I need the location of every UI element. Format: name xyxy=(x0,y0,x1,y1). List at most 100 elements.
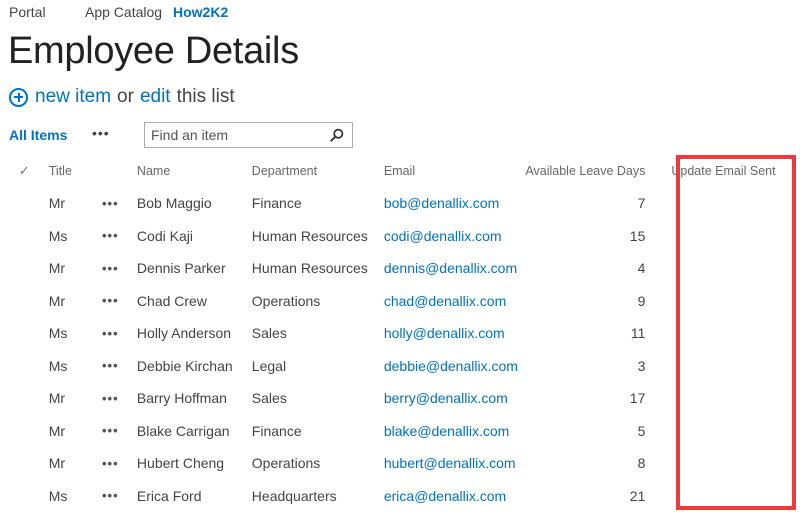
column-header-name[interactable]: Name xyxy=(137,155,252,187)
cell-name: Dennis Parker xyxy=(136,260,226,277)
row-select-cell[interactable] xyxy=(0,220,49,253)
row-select-cell[interactable] xyxy=(0,285,49,318)
cell-email: chad@denallix.com xyxy=(384,285,526,318)
cell-update-email-sent xyxy=(645,285,800,318)
column-header-title[interactable]: Title xyxy=(49,155,102,187)
cell-title: Mr xyxy=(48,292,66,309)
row-menu-ellipsis-icon[interactable]: ••• xyxy=(102,480,137,513)
select-all-checkmark-icon[interactable]: ✓ xyxy=(0,155,49,187)
column-header-spacer xyxy=(102,155,137,187)
row-menu-ellipsis-icon[interactable]: ••• xyxy=(102,447,137,480)
cell-name: Bob Maggio xyxy=(136,195,212,212)
email-link[interactable]: dennis@denallix.com xyxy=(384,260,517,276)
row-menu-ellipsis-icon[interactable]: ••• xyxy=(102,382,137,415)
row-select-cell[interactable] xyxy=(0,350,49,383)
row-select-cell[interactable] xyxy=(0,480,49,513)
cell-leave-days: 7 xyxy=(637,195,646,212)
cell-update-email-sent xyxy=(645,187,800,220)
table-row[interactable]: Mr ••• Hubert Cheng Operations hubert@denall… xyxy=(0,447,800,480)
cell-department: Finance xyxy=(251,195,302,212)
cell-title: Ms xyxy=(48,487,68,504)
cell-leave-days: 5 xyxy=(637,422,646,439)
column-header-update-email-sent[interactable]: Update Email Sent xyxy=(645,155,800,187)
cell-update-email-sent xyxy=(645,220,800,253)
search-input[interactable] xyxy=(145,127,327,143)
row-menu-ellipsis-icon[interactable]: ••• xyxy=(102,415,137,448)
magnifier-icon[interactable] xyxy=(330,128,344,142)
cell-department: Sales xyxy=(251,325,287,342)
cell-email: hubert@denallix.com xyxy=(384,447,526,480)
cell-email: debbie@denallix.com xyxy=(384,350,526,383)
cell-title: Ms xyxy=(48,227,68,244)
column-header-email[interactable]: Email xyxy=(384,155,526,187)
table-header-row: ✓ Title Name Department Email Available … xyxy=(0,155,800,187)
email-link[interactable]: berry@denallix.com xyxy=(384,390,508,406)
column-header-leave-days[interactable]: Available Leave Days xyxy=(525,155,645,187)
table-row[interactable]: Mr ••• Blake Carrigan Finance blake@denallix… xyxy=(0,415,800,448)
cell-email: berry@denallix.com xyxy=(384,382,526,415)
row-menu-ellipsis-icon[interactable]: ••• xyxy=(102,350,137,383)
table-row[interactable]: Ms ••• Debbie Kirchan Legal debbie@denallix.… xyxy=(0,350,800,383)
email-link[interactable]: hubert@denallix.com xyxy=(384,455,516,471)
page-title: Employee Details xyxy=(8,30,299,72)
cell-department: Operations xyxy=(251,292,321,309)
cell-leave-days: 4 xyxy=(637,260,646,277)
table-row[interactable]: Ms ••• Erica Ford Headquarters erica@denalli… xyxy=(0,480,800,513)
cell-email: erica@denallix.com xyxy=(384,480,526,513)
table-row[interactable]: Mr ••• Chad Crew Operations chad@denallix.co… xyxy=(0,285,800,318)
cell-update-email-sent xyxy=(645,447,800,480)
cell-name: Holly Anderson xyxy=(136,325,232,342)
cell-title: Ms xyxy=(48,325,68,342)
row-select-cell[interactable] xyxy=(0,317,49,350)
cell-title: Mr xyxy=(48,195,66,212)
row-menu-ellipsis-icon[interactable]: ••• xyxy=(102,285,137,318)
cell-name: Codi Kaji xyxy=(136,227,193,244)
email-link[interactable]: chad@denallix.com xyxy=(384,293,506,309)
column-header-department[interactable]: Department xyxy=(252,155,384,187)
cell-update-email-sent xyxy=(645,350,800,383)
view-all-items[interactable]: All Items xyxy=(9,127,67,143)
cell-title: Mr xyxy=(48,455,66,472)
row-select-cell[interactable] xyxy=(0,187,49,220)
cell-email: dennis@denallix.com xyxy=(384,252,526,285)
table-row[interactable]: Mr ••• Bob Maggio Finance bob@denallix.com 7 xyxy=(0,187,800,220)
row-select-cell[interactable] xyxy=(0,447,49,480)
row-select-cell[interactable] xyxy=(0,382,49,415)
table-row[interactable]: Mr ••• Dennis Parker Human Resources dennis@… xyxy=(0,252,800,285)
row-menu-ellipsis-icon[interactable]: ••• xyxy=(102,317,137,350)
cell-department: Operations xyxy=(251,455,321,472)
table-row[interactable]: Ms ••• Holly Anderson Sales holly@denallix.c… xyxy=(0,317,800,350)
email-link[interactable]: debbie@denallix.com xyxy=(384,358,518,374)
plus-circle-icon[interactable] xyxy=(9,87,28,107)
email-link[interactable]: blake@denallix.com xyxy=(384,423,510,439)
edit-list-link[interactable]: edit xyxy=(140,86,171,108)
email-link[interactable]: codi@denallix.com xyxy=(384,228,502,244)
cell-leave-days: 15 xyxy=(629,227,646,244)
view-more-ellipsis-icon[interactable]: ••• xyxy=(92,125,110,141)
row-menu-ellipsis-icon[interactable]: ••• xyxy=(102,187,137,220)
cell-title: Mr xyxy=(48,260,66,277)
email-link[interactable]: erica@denallix.com xyxy=(384,488,506,504)
row-menu-ellipsis-icon[interactable]: ••• xyxy=(102,252,137,285)
nav-link-portal[interactable]: Portal xyxy=(9,4,46,20)
cell-title: Mr xyxy=(48,390,66,407)
cell-department: Sales xyxy=(251,390,287,407)
cell-update-email-sent xyxy=(645,415,800,448)
cell-leave-days: 3 xyxy=(637,357,646,374)
this-list-label: this list xyxy=(176,86,235,107)
cell-name: Erica Ford xyxy=(136,487,202,504)
nav-link-how2k2[interactable]: How2K2 xyxy=(173,4,228,20)
row-menu-ellipsis-icon[interactable]: ••• xyxy=(102,220,137,253)
table-row[interactable]: Mr ••• Barry Hoffman Sales berry@denallix.co… xyxy=(0,382,800,415)
new-item-link[interactable]: new item xyxy=(35,86,111,108)
table-row[interactable]: Ms ••• Codi Kaji Human Resources codi@denall… xyxy=(0,220,800,253)
nav-link-app-catalog[interactable]: App Catalog xyxy=(85,4,162,20)
row-select-cell[interactable] xyxy=(0,252,49,285)
cell-leave-days: 11 xyxy=(630,325,646,342)
row-select-cell[interactable] xyxy=(0,415,49,448)
email-link[interactable]: bob@denallix.com xyxy=(384,195,499,211)
email-link[interactable]: holly@denallix.com xyxy=(384,325,505,341)
cell-leave-days: 8 xyxy=(637,455,646,472)
cell-name: Debbie Kirchan xyxy=(136,357,233,374)
cell-department: Human Resources xyxy=(251,227,368,244)
